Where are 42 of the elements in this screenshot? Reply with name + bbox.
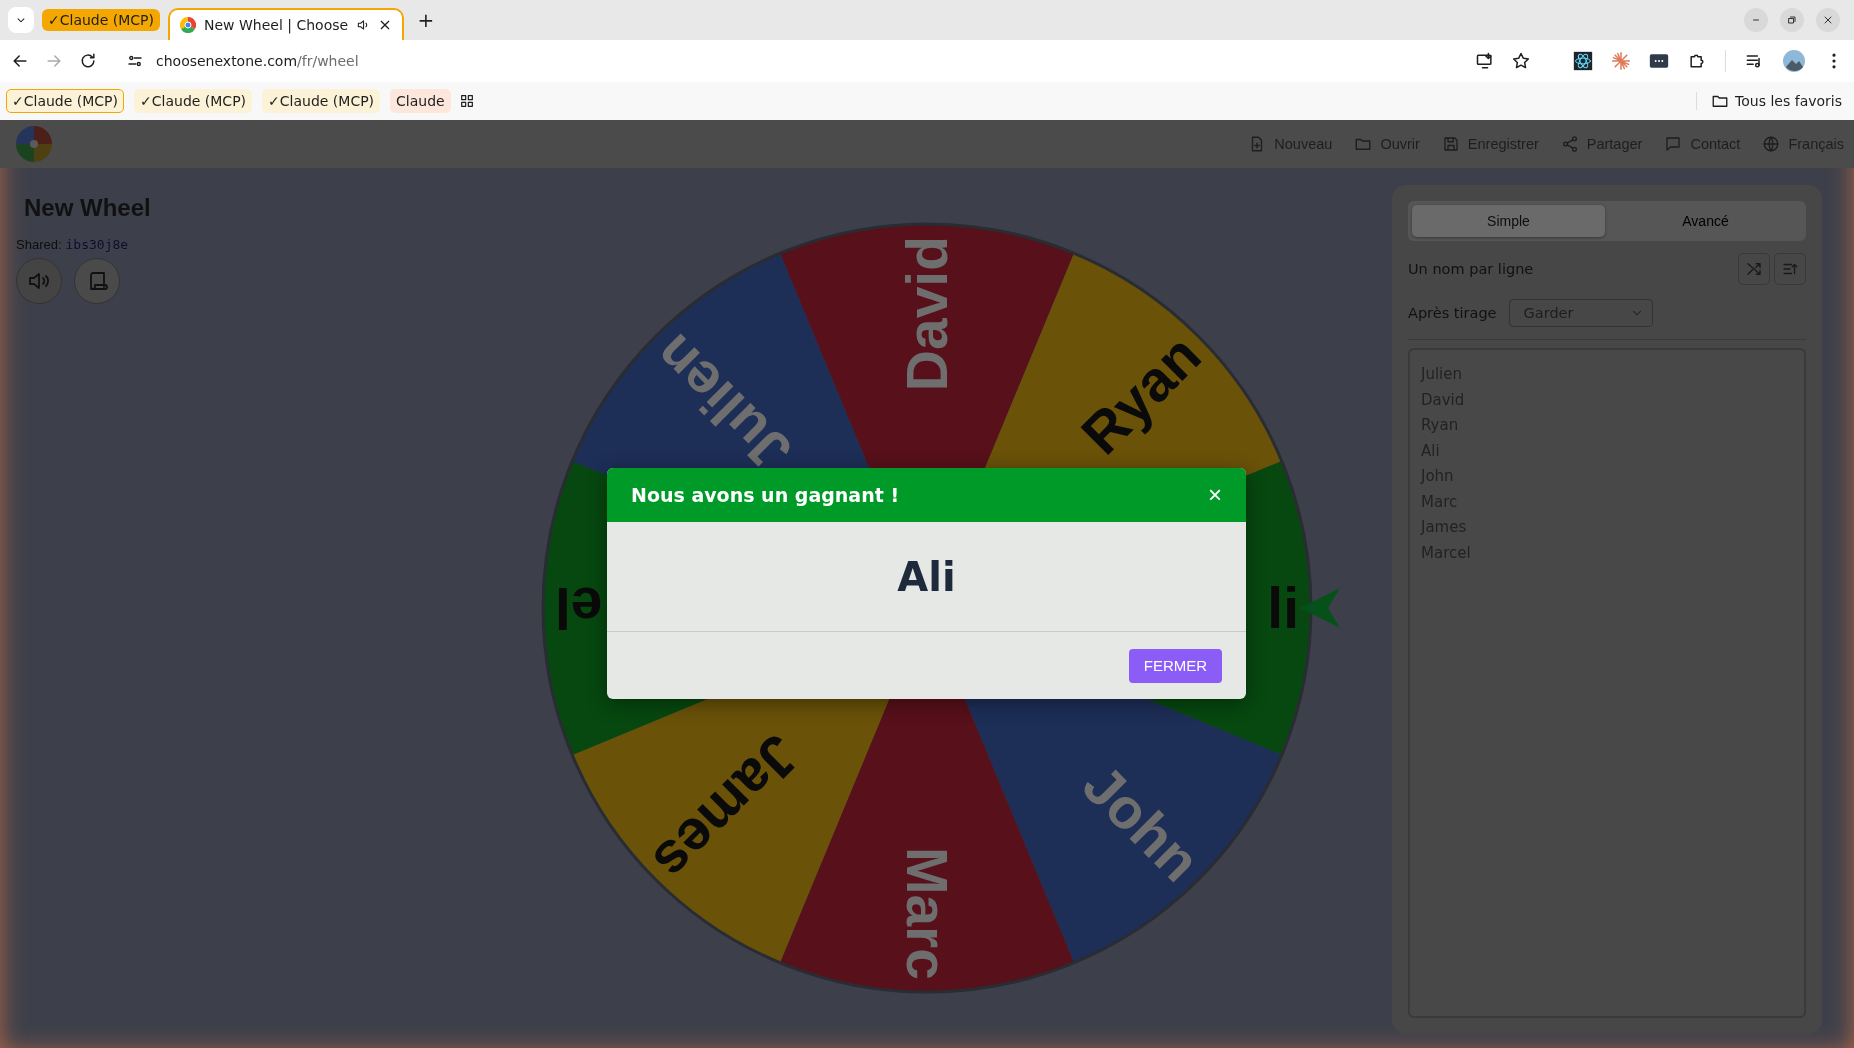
share-icon	[1560, 135, 1579, 153]
segment-label: Marc	[895, 846, 959, 980]
all-bookmarks-button[interactable]: Tous les favoris	[1696, 92, 1848, 110]
browser-tab[interactable]: New Wheel | Choose ×	[168, 8, 404, 40]
restore-icon	[1786, 14, 1798, 26]
segment-label: li	[1267, 576, 1299, 640]
close-button[interactable]	[1816, 8, 1840, 32]
chat-icon	[1664, 135, 1683, 153]
segment-label: David	[895, 236, 959, 392]
atom-icon[interactable]	[1573, 51, 1593, 71]
wheel-title: New Wheel	[24, 194, 152, 222]
tab-group-label[interactable]: ✓Claude (MCP)	[42, 9, 161, 31]
mode-tab[interactable]: Simple	[1412, 205, 1605, 237]
segment-label: el	[555, 576, 603, 640]
apps-icon[interactable]	[458, 93, 475, 109]
new-tab-button[interactable]: +	[411, 8, 441, 32]
avatar-icon[interactable]	[1782, 49, 1806, 73]
winner-name: Ali	[897, 553, 956, 600]
tab-close-button[interactable]: ×	[378, 17, 392, 33]
dialog-title: Nous avons un gagnant !	[631, 484, 900, 506]
shared-label: Shared:	[16, 237, 62, 252]
tab-title: New Wheel | Choose	[204, 17, 349, 33]
shuffle-icon	[1745, 260, 1763, 278]
star-icon[interactable]	[1511, 51, 1531, 71]
bookmark[interactable]: ✓Claude (MCP)	[134, 89, 253, 113]
mode-tab[interactable]: Avancé	[1609, 205, 1802, 237]
install-icon[interactable]	[1475, 51, 1495, 71]
restore-button[interactable]	[1780, 8, 1804, 32]
floppy-icon	[1441, 135, 1460, 153]
url-host: choosenextone.com	[156, 53, 298, 69]
bookmark[interactable]: Claude	[390, 89, 451, 113]
pointer-icon	[1300, 588, 1340, 628]
bookmark[interactable]: ✓Claude (MCP)	[262, 89, 381, 113]
globe-logo-icon	[180, 17, 197, 33]
close-icon	[1822, 14, 1834, 26]
globe-icon	[1762, 135, 1781, 153]
bookmark[interactable]: ✓Claude (MCP)	[6, 89, 125, 113]
dialog-close-button[interactable]: ×	[1208, 483, 1222, 507]
asterisk-icon[interactable]	[1611, 51, 1631, 71]
dots-icon[interactable]	[1649, 51, 1669, 71]
close-dialog-button[interactable]: FERMER	[1129, 648, 1222, 683]
url-path: /fr/wheel	[297, 53, 359, 69]
